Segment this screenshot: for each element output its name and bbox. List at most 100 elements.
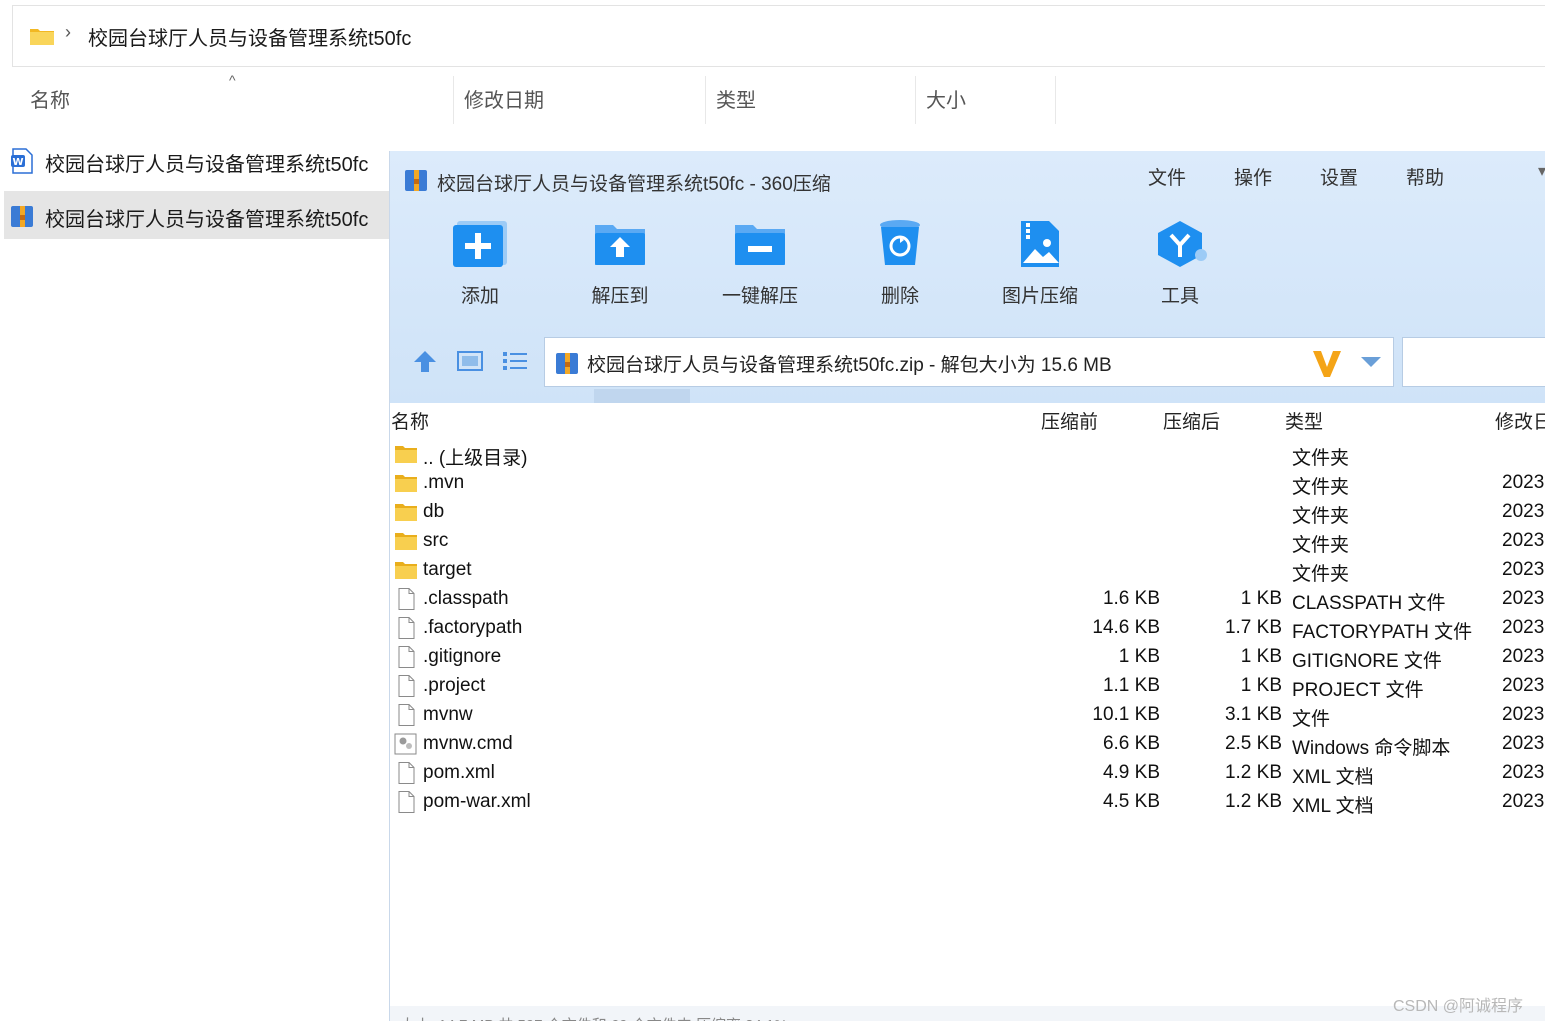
column-divider[interactable] [1055, 76, 1056, 124]
archive-row-type: GITIGNORE 文件 [1292, 651, 1442, 672]
archive-row-name: mvnw.cmd [423, 733, 513, 754]
image-compress-button[interactable]: 图片压缩 [990, 219, 1090, 315]
menu-settings[interactable]: 设置 [1320, 163, 1358, 190]
archive-row-name: .project [423, 675, 486, 696]
column-divider[interactable] [453, 76, 454, 124]
window-title: 校园台球厅人员与设备管理系统t50fc - 360压缩 [437, 174, 831, 195]
archive-row-date: 2023 [1502, 588, 1545, 609]
add-button[interactable]: 添加 [430, 219, 530, 315]
archive-row-after: 1 KB [1240, 675, 1282, 696]
word-doc-icon: W [11, 148, 33, 174]
menu-help[interactable]: 帮助 [1406, 163, 1444, 190]
archive-row-name: mvnw [423, 704, 473, 725]
file-icon [398, 675, 415, 697]
extract-to-button[interactable]: 解压到 [570, 219, 670, 315]
archive-row[interactable]: mvnw.cmd 6.6 KB 2.5 KB Windows 命令脚本 2023 [390, 730, 1545, 759]
chevron-down-icon[interactable] [1361, 357, 1381, 367]
search-input[interactable] [1402, 337, 1545, 387]
archive-row[interactable]: pom-war.xml 4.5 KB 1.2 KB XML 文档 2023 [390, 788, 1545, 817]
column-header-size[interactable]: 大小 [926, 76, 966, 126]
archive-row[interactable]: .. (上级目录) 文件夹 [390, 440, 1545, 469]
file-icon [398, 646, 415, 668]
image-compress-label: 图片压缩 [1001, 286, 1078, 307]
file-row[interactable]: W 校园台球厅人员与设备管理系统t50fc [4, 136, 404, 184]
archive-row[interactable]: .factorypath 14.6 KB 1.7 KB FACTORYPATH 文件 2… [390, 614, 1545, 643]
list-header-modified[interactable]: 修改日 [1495, 407, 1545, 434]
archive-row-name: target [423, 559, 472, 580]
breadcrumb[interactable]: 校园台球厅人员与设备管理系统t50fc [88, 22, 411, 51]
archive-row-type: XML 文档 [1292, 796, 1374, 817]
file-icon [398, 704, 415, 726]
thumbnail-view-icon[interactable] [457, 349, 483, 373]
column-divider[interactable] [915, 76, 916, 124]
file-icon [398, 617, 415, 639]
delete-button[interactable]: 删除 [850, 219, 950, 315]
archive-row[interactable]: .mvn 文件夹 2023 [390, 469, 1545, 498]
breadcrumb-separator: › [65, 22, 71, 42]
column-divider[interactable] [705, 76, 706, 124]
cmd-script-icon [394, 733, 417, 755]
menu-operation[interactable]: 操作 [1234, 163, 1272, 190]
list-header-before[interactable]: 压缩前 [1041, 407, 1098, 434]
column-header-modified[interactable]: 修改日期 [464, 76, 544, 126]
archive-path: 校园台球厅人员与设备管理系统t50fc.zip - 解包大小为 15.6 MB [587, 355, 1112, 376]
archive-row-date: 2023 [1502, 762, 1545, 783]
add-label: 添加 [460, 286, 499, 307]
decorative-strip [594, 389, 690, 403]
archive-row-name: .. (上级目录) [423, 448, 528, 469]
archive-row[interactable]: src 文件夹 2023 [390, 527, 1545, 556]
tools-button[interactable]: 工具 [1130, 219, 1230, 315]
column-header-name[interactable]: 名称 [30, 76, 70, 126]
archive-path-field[interactable]: 校园台球厅人员与设备管理系统t50fc.zip - 解包大小为 15.6 MB [544, 337, 1394, 387]
archive-row[interactable]: .project 1.1 KB 1 KB PROJECT 文件 2023 [390, 672, 1545, 701]
archive-row[interactable]: mvnw 10.1 KB 3.1 KB 文件 2023 [390, 701, 1545, 730]
file-name: 校园台球厅人员与设备管理系统t50fc [45, 154, 369, 176]
archive-row[interactable]: .classpath 1.6 KB 1 KB CLASSPATH 文件 2023 [390, 585, 1545, 614]
archive-row-before: 1 KB [1118, 646, 1160, 667]
tools-label: 工具 [1160, 286, 1199, 307]
v-logo-icon[interactable] [1311, 347, 1343, 379]
archive-row-after: 1.2 KB [1224, 762, 1282, 783]
chevron-down-icon[interactable]: ▾ [1538, 161, 1545, 181]
list-view-icon[interactable] [502, 349, 528, 373]
archive-row[interactable]: db 文件夹 2023 [390, 498, 1545, 527]
file-icon [398, 588, 415, 610]
toolbar-area: 校园台球厅人员与设备管理系统t50fc - 360压缩 文件 操作 设置 帮助 … [390, 151, 1545, 403]
one-click-extract-button[interactable]: 一键解压 [710, 219, 810, 315]
up-arrow-icon[interactable] [412, 349, 438, 373]
archive-row-after: 1 KB [1240, 588, 1282, 609]
tools-icon [1158, 221, 1207, 267]
archive-row[interactable]: .gitignore 1 KB 1 KB GITIGNORE 文件 2023 [390, 643, 1545, 672]
list-header-after[interactable]: 压缩后 [1163, 407, 1220, 434]
svg-text:W: W [12, 157, 23, 168]
folder-icon [30, 29, 54, 45]
folder-icon [395, 475, 417, 492]
archive-row-type: 文件夹 [1292, 448, 1350, 469]
add-icon [453, 221, 507, 267]
menu-file[interactable]: 文件 [1148, 163, 1186, 190]
archive-row-date: 2023 [1502, 472, 1545, 493]
archive-row-after: 3.1 KB [1224, 704, 1282, 725]
column-header-type[interactable]: 类型 [716, 76, 756, 126]
archive-row-name: src [423, 530, 449, 551]
archive-row[interactable]: pom.xml 4.9 KB 1.2 KB XML 文档 2023 [390, 759, 1545, 788]
archive-row-after: 1.2 KB [1224, 791, 1282, 812]
zip-archive-icon [556, 353, 578, 374]
archive-row-before: 4.5 KB [1102, 791, 1160, 812]
archive-row-type: PROJECT 文件 [1292, 680, 1424, 701]
archive-row-date: 2023 [1502, 530, 1545, 551]
file-row-selected[interactable]: 校园台球厅人员与设备管理系统t50fc [4, 191, 404, 239]
archive-row-after: 2.5 KB [1224, 733, 1282, 754]
archive-row[interactable]: target 文件夹 2023 [390, 556, 1545, 585]
archive-row-type: 文件 [1292, 709, 1331, 730]
list-header-type[interactable]: 类型 [1285, 407, 1323, 434]
archive-row-type: 文件夹 [1292, 535, 1350, 556]
watermark: CSDN @阿诚程序 [1393, 998, 1524, 1015]
archive-row-type: 文件夹 [1292, 564, 1350, 585]
list-header-name[interactable]: 名称 [391, 407, 429, 434]
folder-icon [395, 562, 417, 579]
one-click-extract-icon [735, 225, 785, 265]
zip-archive-icon [11, 206, 33, 227]
folder-icon [395, 446, 417, 463]
explorer-address-bar[interactable]: › 校园台球厅人员与设备管理系统t50fc [12, 5, 1545, 67]
